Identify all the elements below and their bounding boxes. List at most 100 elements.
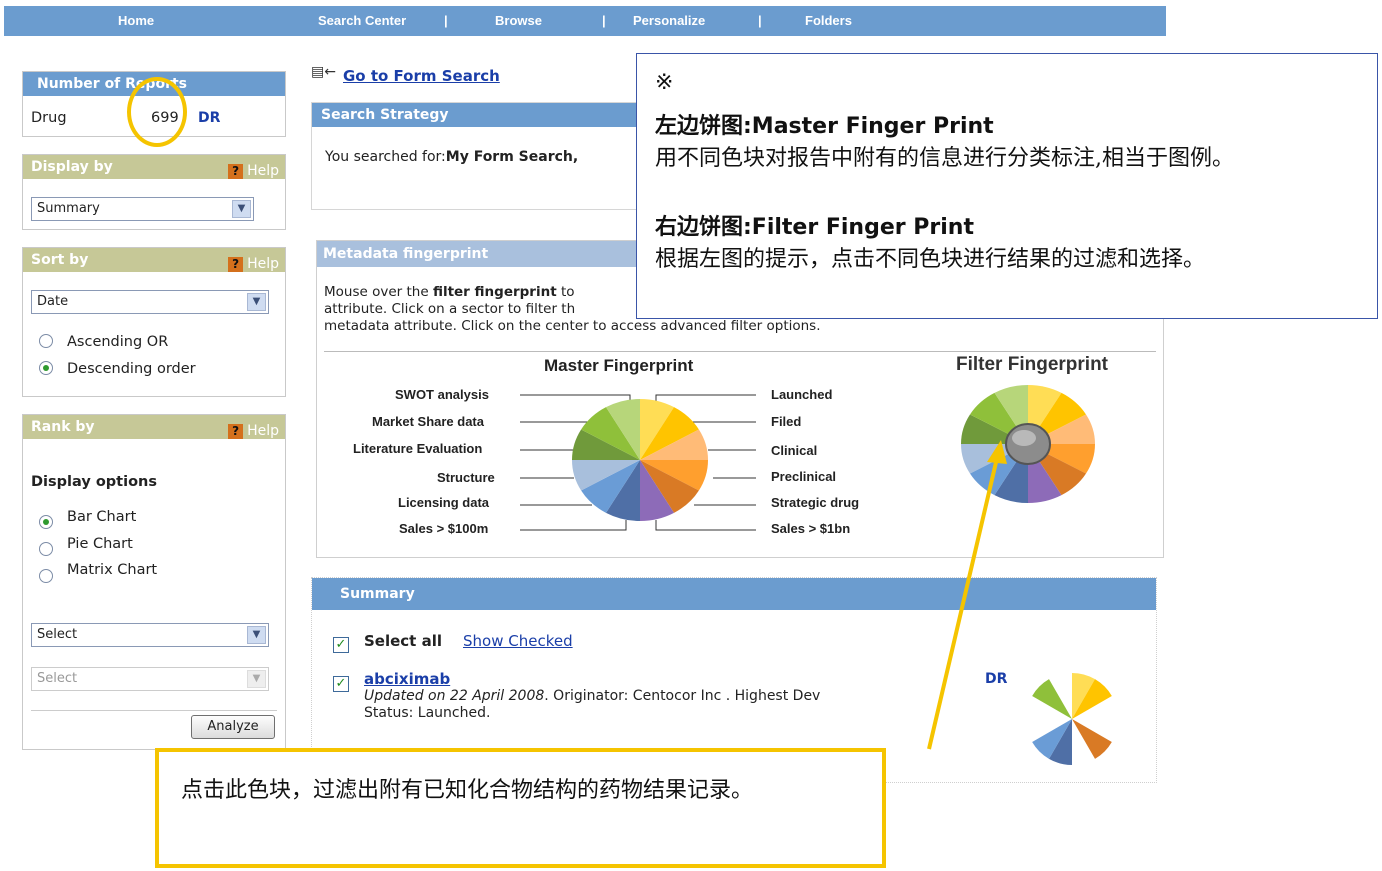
search-strategy-panel: Search Strategy You searched for:My Form…	[311, 102, 671, 210]
divider	[31, 710, 277, 711]
nav-folders[interactable]: Folders	[805, 13, 852, 28]
pie-chart-radio[interactable]	[39, 542, 53, 556]
fp-label-market-share: Market Share data	[372, 414, 484, 429]
descending-label: Descending order	[67, 361, 196, 377]
item-name-link[interactable]: abciximab	[364, 670, 450, 688]
search-strategy-title: Search Strategy	[312, 103, 670, 127]
bar-chart-radio[interactable]	[39, 515, 53, 529]
display-by-title: Display by	[31, 159, 113, 175]
sort-by-value: Date	[37, 294, 69, 309]
callout-box: 点击此色块，过滤出附有已知化合物结构的药物结果记录。	[155, 748, 886, 868]
desc-part2: to	[556, 284, 575, 300]
help-link[interactable]: ? Help	[228, 419, 279, 443]
item-pie[interactable]	[1032, 673, 1112, 765]
matrix-chart-label: Matrix Chart	[67, 562, 158, 578]
desc-part1: Mouse over the	[324, 284, 433, 300]
display-by-value: Summary	[37, 201, 100, 216]
fp-label-swot: SWOT analysis	[395, 387, 489, 402]
help-icon: ?	[228, 424, 244, 439]
master-pie[interactable]	[572, 399, 708, 521]
help-link[interactable]: ? Help	[228, 252, 279, 276]
note-right-title: 右边饼图:Filter Finger Print	[655, 215, 974, 240]
desc-line2: attribute. Click on a sector to filter t…	[324, 301, 576, 317]
chevron-down-icon: ▼	[247, 626, 266, 644]
help-link[interactable]: ? Help	[228, 159, 279, 183]
nav-personalize[interactable]: Personalize	[633, 13, 705, 28]
item-checkbox[interactable]: ✓	[333, 676, 349, 692]
display-by-panel: Display by ? Help Summary ▼	[22, 154, 286, 230]
item-status: Status: Launched.	[364, 705, 491, 721]
rank-select-2-value: Select	[37, 671, 78, 686]
fp-label-structure: Structure	[437, 470, 495, 485]
summary-title: Summary	[312, 578, 1156, 610]
highlight-circle	[127, 77, 187, 147]
top-nav: Home Search Center | Browse | Personaliz…	[4, 6, 1166, 36]
divider	[324, 351, 1156, 352]
form-search-icon: ▤←	[311, 64, 336, 80]
nav-separator: |	[444, 13, 448, 28]
nav-separator: |	[758, 13, 762, 28]
descending-radio[interactable]	[39, 361, 53, 375]
form-search-link[interactable]: Go to Form Search	[343, 67, 500, 85]
help-icon: ?	[228, 257, 244, 272]
fp-label-preclinical: Preclinical	[771, 469, 837, 484]
rank-by-panel: Rank by ? Help Display options Bar Chart …	[22, 414, 286, 750]
note-left-title: 左边饼图:Master Finger Print	[655, 114, 994, 139]
sort-by-panel: Sort by ? Help Date ▼ Ascending OR Descen…	[22, 247, 286, 397]
reports-dr-badge[interactable]: DR	[198, 110, 220, 126]
select-all-checkbox[interactable]: ✓	[333, 637, 349, 653]
ascending-label: Ascending OR	[67, 334, 169, 350]
chevron-down-icon: ▼	[232, 200, 251, 218]
callout-text: 点击此色块，过滤出附有已知化合物结构的药物结果记录。	[181, 778, 754, 803]
display-by-header: Display by ? Help	[23, 155, 285, 179]
master-fp-title: Master Fingerprint	[544, 356, 694, 375]
chevron-down-icon: ▼	[247, 293, 266, 311]
note-box: ※ 左边饼图:Master Finger Print 用不同色块对报告中附有的信…	[636, 53, 1378, 319]
rank-select-1-value: Select	[37, 627, 78, 642]
desc-line3: metadata attribute. Click on the center …	[324, 318, 821, 334]
bar-chart-label: Bar Chart	[67, 509, 137, 525]
rank-select-1[interactable]: Select ▼	[31, 623, 269, 647]
fp-label-licensing: Licensing data	[398, 495, 490, 510]
nav-separator: |	[602, 13, 606, 28]
search-strategy-text: You searched for:My Form Search,	[325, 149, 578, 165]
rank-by-header: Rank by ? Help	[23, 415, 285, 439]
search-prefix: You searched for:	[325, 149, 446, 165]
note-right-desc: 根据左图的提示，点击不同色块进行结果的过滤和选择。	[655, 247, 1206, 272]
note-mark: ※	[655, 70, 674, 95]
fp-label-literature: Literature Evaluation	[353, 441, 483, 456]
fp-label-sales-100m: Sales > $100m	[399, 521, 489, 536]
display-options-title: Display options	[31, 474, 157, 490]
filter-fp-title: Filter Fingerprint	[956, 354, 1108, 375]
help-label: Help	[247, 163, 279, 179]
chevron-down-icon: ▼	[247, 670, 266, 688]
help-label: Help	[247, 423, 279, 439]
display-by-select[interactable]: Summary ▼	[31, 197, 254, 221]
help-icon: ?	[228, 164, 244, 179]
item-fingerprint-chart[interactable]	[1018, 664, 1128, 774]
sort-by-title: Sort by	[31, 252, 89, 268]
nav-search-center[interactable]: Search Center	[318, 13, 406, 28]
callout-arrow	[927, 440, 1007, 750]
item-updated: Updated on 22 April 2008	[364, 688, 545, 704]
item-pie-slice[interactable]	[1032, 679, 1072, 719]
rank-by-title: Rank by	[31, 419, 95, 435]
sort-by-select[interactable]: Date ▼	[31, 290, 269, 314]
item-pie-slice[interactable]	[1072, 719, 1112, 759]
show-checked-link[interactable]: Show Checked	[463, 632, 573, 650]
matrix-chart-radio[interactable]	[39, 569, 53, 583]
ascending-radio[interactable]	[39, 334, 53, 348]
item-details: Updated on 22 April 2008. Originator: Ce…	[364, 688, 820, 722]
analyze-button[interactable]: Analyze	[191, 715, 275, 739]
rank-select-2[interactable]: Select ▼	[31, 667, 269, 691]
fp-label-sales-1bn: Sales > $1bn	[771, 521, 851, 536]
nav-home[interactable]: Home	[118, 13, 154, 28]
filter-center-highlight	[1012, 430, 1036, 446]
fp-label-launched: Launched	[771, 387, 833, 402]
reports-drug-label: Drug	[31, 110, 67, 126]
search-query: My Form Search,	[445, 149, 579, 165]
nav-browse[interactable]: Browse	[495, 13, 542, 28]
fp-label-strategic: Strategic drug	[771, 495, 860, 510]
help-label: Help	[247, 256, 279, 272]
desc-bold: filter fingerprint	[432, 284, 557, 300]
